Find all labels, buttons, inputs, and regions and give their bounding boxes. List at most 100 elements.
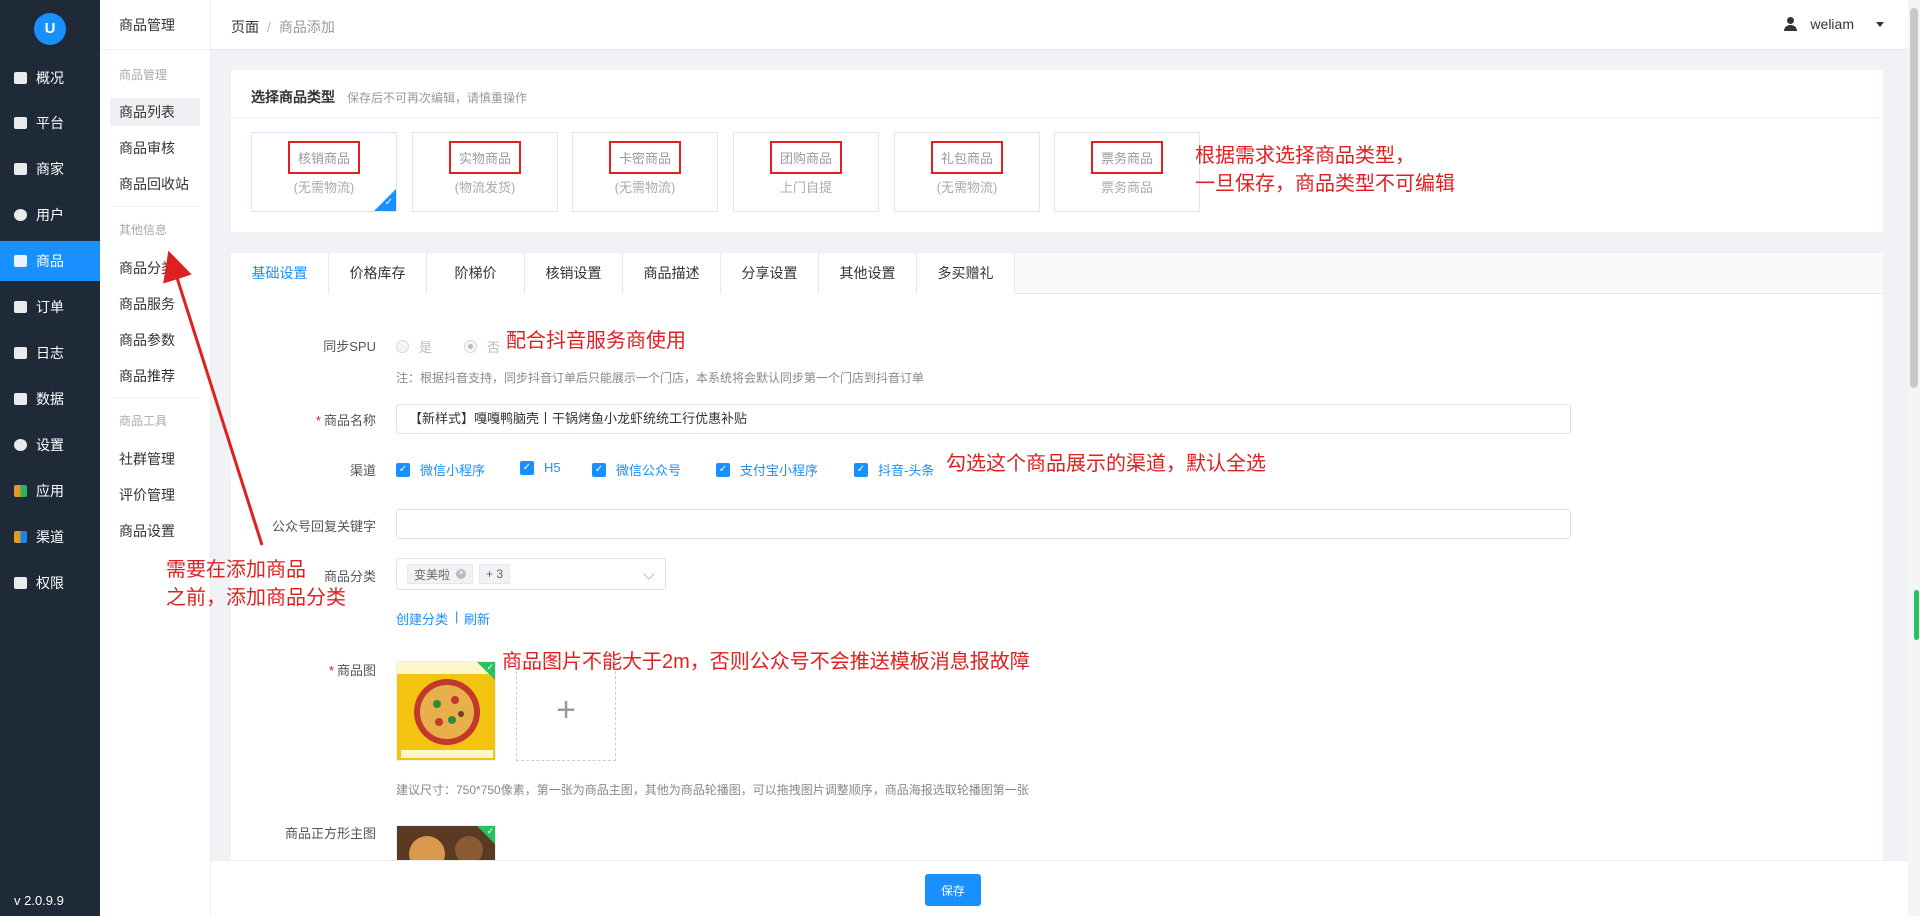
submenu-item-goods-recommend[interactable]: 商品推荐 (110, 362, 200, 390)
goods-image-thumbnail[interactable]: ✓ (396, 661, 496, 761)
submenu-item-goods-review[interactable]: 商品审核 (110, 134, 200, 162)
channel-checkbox-wechat-miniapp[interactable]: ✓ 微信小程序 (396, 460, 485, 479)
page-scrollbar[interactable] (1908, 0, 1920, 916)
checkbox-checked-icon: ✓ (396, 462, 410, 477)
type-option-desc: (无需物流) (936, 180, 998, 195)
close-icon[interactable]: ✕ (456, 569, 467, 579)
tab-other[interactable]: 其他设置 (819, 253, 917, 294)
type-option-gift-pack[interactable]: 礼包商品 (无需物流) (894, 132, 1040, 212)
submenu-item-reviews[interactable]: 评价管理 (110, 481, 200, 509)
type-option-name: 实物商品 (448, 141, 521, 174)
square-image-label: 商品正方形主图 (284, 826, 376, 841)
submenu-item-goods-list[interactable]: 商品列表 (110, 98, 200, 126)
nav-item-goods[interactable]: 商品 (0, 241, 100, 281)
submenu-item-goods-settings[interactable]: 商品设置 (110, 517, 200, 545)
type-option-group-buy[interactable]: 团购商品 上门自提 (733, 132, 879, 212)
annotation-spu: 配合抖音服务商使用 (506, 330, 686, 352)
nav-item-order[interactable]: 订单 (0, 287, 100, 327)
annotation-type-line2: 一旦保存，商品类型不可编辑 (1195, 173, 1455, 195)
annotation-category-line2: 之前，添加商品分类 (166, 587, 346, 609)
log-icon (14, 347, 27, 359)
goods-name-input[interactable]: 【新样式】嘎嘎鸭脑壳丨干锅烤鱼小龙虾统统工行优惠补贴 (396, 404, 1571, 434)
breadcrumb-separator: / (267, 19, 271, 35)
nav-item-apps[interactable]: 应用 (0, 471, 100, 511)
form-tabs: 基础设置 价格库存 阶梯价 核销设置 商品描述 分享设置 其他设置 多买赠礼 (231, 253, 1883, 294)
nav-item-platform[interactable]: 平台 (0, 103, 100, 143)
submenu-item-community[interactable]: 社群管理 (110, 445, 200, 473)
link-separator: | (455, 609, 459, 624)
square-image-thumbnail[interactable]: ✓ (396, 825, 496, 863)
save-button[interactable]: 保存 (925, 874, 981, 906)
type-option-physical[interactable]: 实物商品 (物流发货) (412, 132, 558, 212)
desktop-icon (14, 117, 27, 129)
app-logo[interactable]: U (34, 13, 66, 45)
tab-tiered-price[interactable]: 阶梯价 (427, 253, 525, 294)
lock-icon (14, 577, 27, 589)
annotation-channel: 勾选这个商品展示的渠道，默认全选 (946, 453, 1266, 475)
tab-buy-more-gift[interactable]: 多买赠礼 (917, 253, 1015, 294)
type-option-name: 卡密商品 (608, 141, 681, 174)
tab-price-stock[interactable]: 价格库存 (329, 253, 427, 294)
tab-basic-settings[interactable]: 基础设置 (231, 253, 329, 294)
submenu-item-goods-params[interactable]: 商品参数 (110, 326, 200, 354)
check-icon: ✓ (486, 662, 494, 672)
chart-icon (14, 393, 27, 405)
nav-item-settings[interactable]: 设置 (0, 425, 100, 465)
category-select[interactable]: 变美啦 ✕ + 3 (396, 558, 666, 590)
type-option-card-code[interactable]: 卡密商品 (无需物流) (572, 132, 718, 212)
apps-icon (14, 485, 27, 497)
radio-checked-icon (464, 340, 477, 353)
breadcrumb-current: 商品添加 (278, 19, 335, 35)
nav-item-permission[interactable]: 权限 (0, 563, 100, 603)
type-option-ticket[interactable]: 票务商品 票务商品 (1054, 132, 1200, 212)
nav-item-channel[interactable]: 渠道 (0, 517, 100, 557)
channel-checkbox-h5[interactable]: ✓ H5 (520, 460, 561, 475)
submenu-group-other: 其他信息 (119, 223, 168, 237)
type-option-name: 礼包商品 (930, 141, 1003, 174)
user-menu[interactable]: weliam (1784, 16, 1884, 32)
nav-item-data[interactable]: 数据 (0, 379, 100, 419)
type-option-desc: 上门自提 (779, 180, 832, 195)
user-icon (1784, 17, 1798, 31)
type-option-name: 团购商品 (769, 141, 842, 174)
scrollbar-thumb[interactable] (1910, 8, 1918, 388)
spu-radio-yes[interactable]: 是 (396, 337, 432, 356)
checkbox-checked-icon: ✓ (854, 462, 868, 477)
tab-description[interactable]: 商品描述 (623, 253, 721, 294)
annotation-type-line1: 根据需求选择商品类型， (1195, 145, 1415, 167)
nav-item-log[interactable]: 日志 (0, 333, 100, 373)
type-card-title: 选择商品类型 (251, 89, 335, 105)
channel-checkbox-wechat-official[interactable]: ✓ 微信公众号 (592, 460, 681, 479)
submenu-item-goods-category[interactable]: 商品分类 (110, 254, 200, 282)
nav-item-user[interactable]: 用户 (0, 195, 100, 235)
keyword-input[interactable] (396, 509, 1571, 539)
type-option-name: 核销商品 (287, 141, 360, 174)
nav-item-merchant[interactable]: 商家 (0, 149, 100, 189)
image-upload-button[interactable]: + (516, 661, 616, 761)
goods-icon (14, 255, 27, 267)
breadcrumb-home[interactable]: 页面 (231, 19, 259, 35)
image-size-note: 建议尺寸：750*750像素，第一张为商品主图，其他为商品轮播图，可以拖拽图片调… (396, 783, 1029, 797)
submenu-title: 商品管理 (100, 0, 211, 50)
type-option-desc: 票务商品 (1100, 180, 1153, 195)
submenu-divider (110, 397, 200, 398)
submenu-divider (110, 206, 200, 207)
tab-share[interactable]: 分享设置 (721, 253, 819, 294)
type-option-verification[interactable]: 核销商品 (无需物流) ✓ (251, 132, 397, 212)
checkbox-checked-icon: ✓ (592, 462, 606, 477)
create-category-link[interactable]: 创建分类 (396, 609, 448, 628)
scroll-position-marker (1914, 590, 1919, 640)
tab-verification[interactable]: 核销设置 (525, 253, 623, 294)
submenu-group-tools: 商品工具 (119, 414, 168, 428)
channel-checkbox-alipay-miniapp[interactable]: ✓ 支付宝小程序 (716, 460, 818, 479)
nav-item-overview[interactable]: 概况 (0, 58, 100, 98)
required-mark: * (328, 663, 334, 678)
footer-bar: 保存 (211, 860, 1908, 916)
channel-checkbox-douyin-toutiao[interactable]: ✓ 抖音-头条 (854, 460, 934, 479)
submenu-item-goods-service[interactable]: 商品服务 (110, 290, 200, 318)
submenu-item-recycle-bin[interactable]: 商品回收站 (110, 170, 200, 198)
gear-icon (14, 439, 27, 451)
spu-radio-no[interactable]: 否 (464, 337, 500, 356)
refresh-link[interactable]: 刷新 (464, 609, 490, 628)
name-label: * 商品名称 (315, 413, 376, 428)
